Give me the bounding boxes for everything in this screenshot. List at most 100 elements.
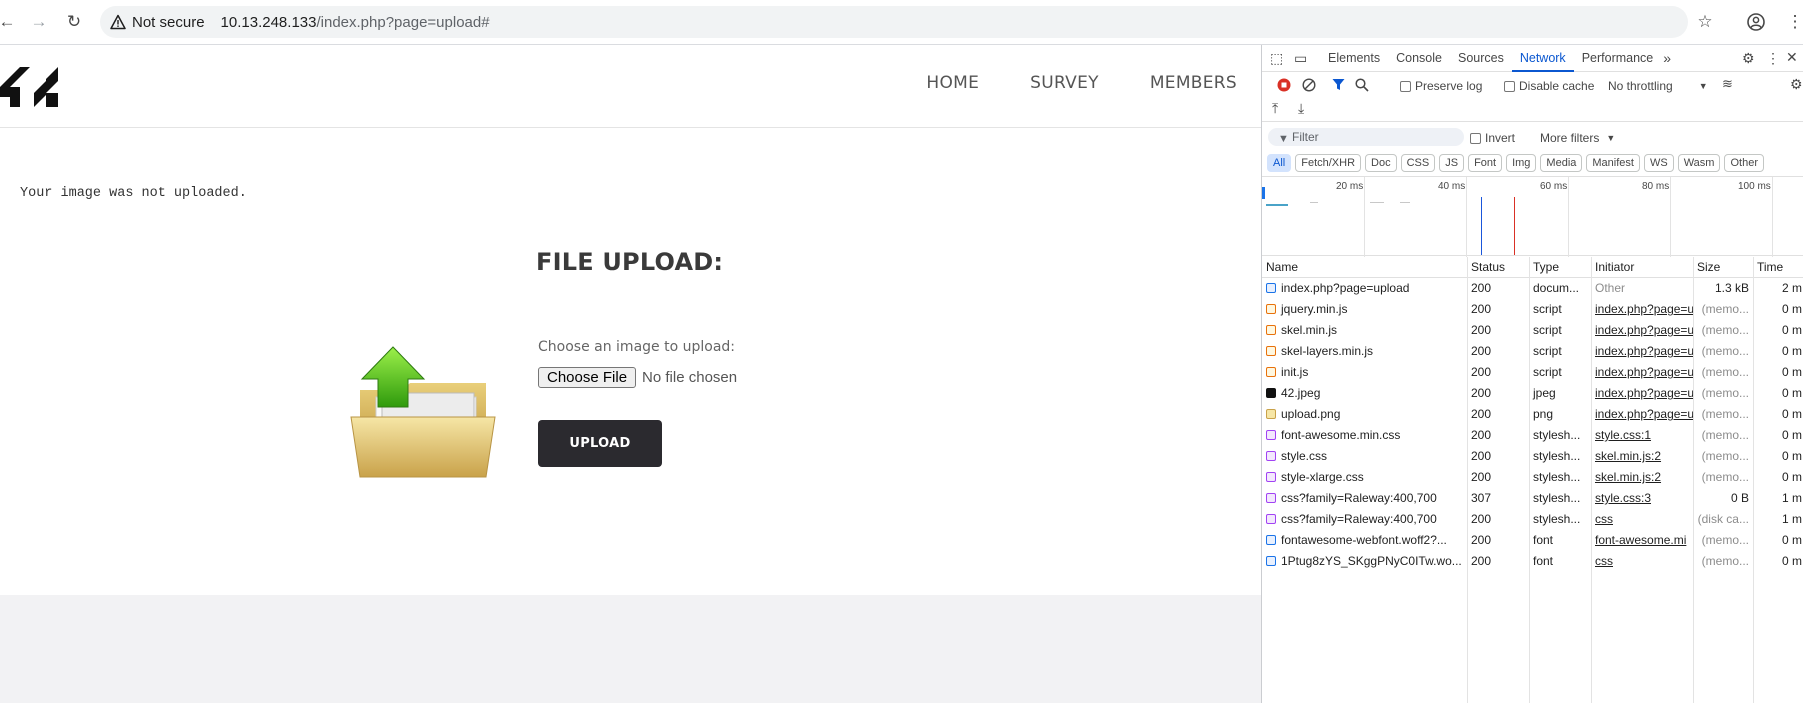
request-initiator[interactable]: css (1591, 551, 1693, 572)
table-row[interactable]: css?family=Raleway:400,700 200 stylesh... c… (1262, 509, 1803, 530)
request-name[interactable]: skel-layers.min.js (1262, 341, 1467, 362)
clear-icon[interactable] (1302, 78, 1316, 92)
filter-fetch-xhr[interactable]: Fetch/XHR (1295, 154, 1362, 172)
table-row[interactable]: style.css 200 stylesh... skel.min.js:2 (memo… (1262, 446, 1803, 467)
request-name[interactable]: upload.png (1262, 404, 1467, 425)
not-secure-label[interactable]: Not secure (132, 14, 205, 31)
more-tabs-icon[interactable]: » (1663, 50, 1671, 66)
request-name[interactable]: style-xlarge.css (1262, 467, 1467, 488)
request-initiator[interactable]: font-awesome.mi (1591, 530, 1693, 551)
nav-home[interactable]: HOME (926, 73, 979, 93)
column-name[interactable]: Name (1262, 257, 1467, 277)
filter-wasm[interactable]: Wasm (1677, 154, 1721, 172)
forward-icon[interactable]: → (28, 11, 50, 33)
tab-sources[interactable]: Sources (1450, 45, 1512, 72)
upload-button[interactable]: UPLOAD (538, 420, 662, 467)
record-stop-icon[interactable] (1277, 78, 1291, 92)
invert-checkbox[interactable]: Invert (1470, 131, 1515, 145)
table-row[interactable]: css?family=Raleway:400,700 307 stylesh... s… (1262, 488, 1803, 509)
request-initiator[interactable]: index.php?page=u (1591, 404, 1693, 425)
bookmark-star-icon[interactable]: ☆ (1694, 11, 1716, 33)
filter-all[interactable]: All (1267, 154, 1292, 172)
table-row[interactable]: style-xlarge.css 200 stylesh... skel.min.js… (1262, 467, 1803, 488)
devtools-menu-icon[interactable]: ⋮ (1766, 50, 1780, 67)
network-settings-icon[interactable]: ⚙ (1790, 76, 1803, 93)
tab-performance[interactable]: Performance (1574, 45, 1662, 72)
tab-elements[interactable]: Elements (1320, 45, 1388, 72)
request-initiator[interactable]: style.css:1 (1591, 425, 1693, 446)
table-row[interactable]: skel-layers.min.js 200 script index.php?pag… (1262, 341, 1803, 362)
reload-icon[interactable]: ↻ (63, 11, 85, 33)
request-initiator[interactable]: index.php?page=u (1591, 299, 1693, 320)
table-row[interactable]: font-awesome.min.css 200 stylesh... style.c… (1262, 425, 1803, 446)
request-initiator[interactable]: style.css:3 (1591, 488, 1693, 509)
table-row[interactable]: skel.min.js 200 script index.php?page=u (mem… (1262, 320, 1803, 341)
more-filters-arrow-icon: ▼ (1606, 133, 1616, 143)
column-size[interactable]: Size (1693, 257, 1753, 277)
table-row[interactable]: upload.png 200 png index.php?page=u (memo...… (1262, 404, 1803, 425)
preserve-log-checkbox[interactable]: Preserve log (1400, 79, 1482, 93)
filter-media[interactable]: Media (1540, 154, 1583, 172)
request-initiator[interactable]: index.php?page=u (1591, 383, 1693, 404)
filter-font[interactable]: Font (1468, 154, 1503, 172)
inspect-element-icon[interactable]: ⬚ (1270, 50, 1288, 67)
filter-input[interactable]: ▼ Filter (1268, 128, 1464, 146)
request-name[interactable]: style.css (1262, 446, 1467, 467)
request-name[interactable]: jquery.min.js (1262, 299, 1467, 320)
devtools-settings-icon[interactable]: ⚙ (1742, 50, 1755, 67)
nav-survey[interactable]: SURVEY (1030, 73, 1099, 93)
table-row[interactable]: 42.jpeg 200 jpeg index.php?page=u (memo... 0 … (1262, 383, 1803, 404)
disable-cache-checkbox[interactable]: Disable cache (1504, 79, 1594, 93)
nav-members[interactable]: MEMBERS (1150, 73, 1237, 93)
filter-funnel-icon[interactable] (1332, 78, 1345, 91)
request-name[interactable]: index.php?page=upload (1262, 278, 1467, 299)
network-conditions-icon[interactable]: ≋ (1722, 76, 1733, 92)
request-name[interactable]: 42.jpeg (1262, 383, 1467, 404)
throttling-select[interactable]: No throttling ▼ (1608, 79, 1708, 93)
filter-manifest[interactable]: Manifest (1586, 154, 1640, 172)
search-icon[interactable] (1355, 78, 1369, 92)
filter-css[interactable]: CSS (1400, 154, 1436, 172)
table-row[interactable]: fontawesome-webfont.woff2?... 200 font font… (1262, 530, 1803, 551)
table-row[interactable]: init.js 200 script index.php?page=u (memo...… (1262, 362, 1803, 383)
column-type[interactable]: Type (1529, 257, 1591, 277)
choose-file-button[interactable]: Choose File (538, 367, 637, 388)
more-filters-dropdown[interactable]: More filters ▼ (1540, 131, 1615, 145)
filter-ws[interactable]: WS (1643, 154, 1674, 172)
request-initiator[interactable]: skel.min.js:2 (1591, 446, 1693, 467)
back-icon[interactable]: ← (0, 11, 18, 33)
address-bar[interactable]: Not secure 10.13.248.133/index.php?page=… (100, 6, 1688, 38)
table-row[interactable]: index.php?page=upload 200 docum... Other 1.3… (1262, 278, 1803, 299)
request-name[interactable]: font-awesome.min.css (1262, 425, 1467, 446)
tab-network[interactable]: Network (1511, 45, 1574, 72)
column-time[interactable]: Time (1753, 257, 1803, 277)
request-initiator[interactable]: index.php?page=u (1591, 320, 1693, 341)
request-name[interactable]: skel.min.js (1262, 320, 1467, 341)
request-initiator[interactable]: css (1591, 509, 1693, 530)
filter-other[interactable]: Other (1724, 154, 1764, 172)
request-name[interactable]: css?family=Raleway:400,700 (1262, 488, 1467, 509)
filter-js[interactable]: JS (1439, 154, 1465, 172)
request-name[interactable]: fontawesome-webfont.woff2?... (1262, 530, 1467, 551)
request-initiator[interactable]: index.php?page=u (1591, 362, 1693, 383)
filter-doc[interactable]: Doc (1365, 154, 1397, 172)
request-name[interactable]: init.js (1262, 362, 1467, 383)
browser-menu-icon[interactable]: ⋮ (1784, 11, 1803, 33)
request-initiator[interactable]: index.php?page=u (1591, 341, 1693, 362)
table-row[interactable]: jquery.min.js 200 script index.php?page=u (m… (1262, 299, 1803, 320)
import-har-icon[interactable]: ⤒ (1272, 100, 1278, 117)
table-row[interactable]: 1Ptug8zYS_SKggPNyC0ITw.wo... 200 font css (m… (1262, 551, 1803, 572)
column-status[interactable]: Status (1467, 257, 1529, 277)
column-initiator[interactable]: Initiator (1591, 257, 1693, 277)
logo-42-icon[interactable] (0, 61, 60, 113)
request-name[interactable]: 1Ptug8zYS_SKggPNyC0ITw.wo... (1262, 551, 1467, 572)
request-name[interactable]: css?family=Raleway:400,700 (1262, 509, 1467, 530)
filter-img[interactable]: Img (1506, 154, 1537, 172)
tab-console[interactable]: Console (1388, 45, 1450, 72)
export-har-icon[interactable]: ⤓ (1298, 100, 1304, 117)
network-overview-timeline[interactable]: 20 ms 40 ms 60 ms 80 ms 100 ms (1262, 176, 1803, 257)
device-toolbar-icon[interactable]: ▭ (1294, 50, 1316, 67)
devtools-close-icon[interactable]: ✕ (1786, 49, 1798, 66)
request-initiator[interactable]: skel.min.js:2 (1591, 467, 1693, 488)
profile-icon[interactable] (1745, 11, 1767, 33)
